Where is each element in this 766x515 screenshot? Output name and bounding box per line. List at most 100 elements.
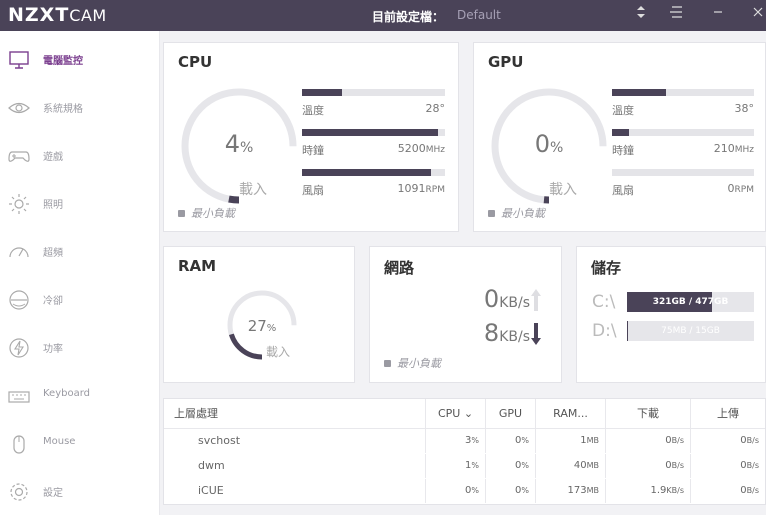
eye-icon [8,97,30,119]
gpu-card[interactable]: GPU 0% 載入 最小負載 溫度 38° 時鐘 210MHz 風扇 0RPM [473,42,766,232]
chevron-down-icon: ⌄ [463,407,474,420]
column-header-download[interactable]: 下載 [606,399,691,429]
process-gpu: 0% [486,429,536,453]
mouse-icon [8,433,30,455]
ram-load-label: 載入 [266,345,291,359]
process-upload: 0B/s [740,460,759,471]
sidebar: 電腦監控 系統規格 遊戲 照明 超頻 冷卻 功率 Keyboard Mouse … [0,31,160,515]
process-name: iCUE [164,479,426,503]
sidebar-item-mouse[interactable]: Mouse [0,425,160,461]
ram-title: RAM [178,257,217,275]
network-card[interactable]: 網路 0KB/s 8KB/s 最小負載 [369,246,562,383]
gpu-clock-label: 時鐘 [612,144,634,157]
storage-card[interactable]: 儲存 C:\ 321GB / 477GB D:\ 75MB / 15GB [576,246,766,383]
min-load-dot [384,360,391,367]
process-gpu: 0% [486,479,536,503]
drive-letter: C:\ [592,292,616,312]
product-name: CAM [69,6,107,25]
profile-dropdown[interactable]: Default [457,8,501,22]
profile-switch-icon[interactable] [631,5,651,25]
process-upload: 0B/s [740,485,759,496]
app-logo: NZXTCAM [8,4,107,26]
process-cpu: 3% [426,429,486,453]
column-header-ram[interactable]: RAM... [536,399,606,429]
gear-icon [8,481,30,503]
cpu-fan-bar [302,169,445,176]
sidebar-item-settings[interactable]: 設定 [0,473,160,509]
column-header-cpu[interactable]: CPU ⌄ [426,399,486,429]
minimize-icon[interactable] [708,5,728,25]
sidebar-item-cooling[interactable]: 冷卻 [0,281,160,317]
fan-icon [8,289,30,311]
sidebar-item-label: 設定 [43,488,63,499]
sidebar-item-keyboard[interactable]: Keyboard [0,377,160,413]
column-header-gpu[interactable]: GPU [486,399,536,429]
min-load-dot [488,210,495,217]
sidebar-item-lighting[interactable]: 照明 [0,185,160,221]
process-upload: 0B/s [740,435,759,446]
gpu-clock-value: 210MHz [713,142,754,155]
cpu-clock-value: 5200MHz [397,142,445,155]
gpu-fan-bar [612,169,754,176]
process-name: dwm [164,454,426,478]
drive-usage-text: 321GB / 477GB [652,297,729,307]
sidebar-item-power[interactable]: 功率 [0,329,160,365]
network-download-value: 8KB/s [483,319,530,347]
keyboard-icon [8,385,30,407]
sun-icon [8,193,30,215]
brand-name: NZXT [8,4,70,26]
cpu-temp-label: 溫度 [302,104,324,117]
drive-c-bar: 321GB / 477GB [627,292,754,312]
sidebar-item-label: 系統規格 [43,104,83,115]
cpu-clock-bar [302,129,445,136]
sidebar-item-label: Mouse [43,436,76,447]
cpu-clock-label: 時鐘 [302,144,324,157]
menu-icon[interactable] [666,5,686,25]
sidebar-item-label: 冷卻 [43,296,63,307]
sidebar-item-specs[interactable]: 系統規格 [0,89,160,125]
drive-d-bar: 75MB / 15GB [627,321,754,341]
gpu-load-value: 0% [534,130,564,158]
process-ram: 1MB [536,429,606,453]
sidebar-item-label: Keyboard [43,388,91,399]
sidebar-item-overclock[interactable]: 超頻 [0,233,160,269]
ram-card[interactable]: RAM 27% 載入 [163,246,355,383]
cpu-card[interactable]: CPU 4% 載入 最小負載 溫度 28° 時鐘 5200MHz 風扇 1091… [163,42,459,232]
cpu-load-value: 4% [224,130,254,158]
gpu-temp-label: 溫度 [612,104,634,117]
monitor-icon [8,49,30,71]
sidebar-item-label: 超頻 [43,248,63,259]
gpu-title: GPU [488,53,524,71]
drive-usage-text: 75MB / 15GB [661,326,720,336]
process-name: svchost [164,429,426,453]
sidebar-item-label: 遊戲 [43,152,63,163]
process-ram: 173MB [536,479,606,503]
sidebar-item-games[interactable]: 遊戲 [0,137,160,173]
cpu-fan-value: 1091RPM [397,182,445,195]
column-header-name[interactable]: 上層處理 [164,399,426,429]
min-load-dot [178,210,185,217]
column-header-upload[interactable]: 上傳 [691,399,765,429]
cpu-temp-value: 28° [425,102,446,115]
cpu-fan-label: 風扇 [302,184,324,197]
cpu-title: CPU [178,53,213,71]
process-cpu: 1% [426,454,486,478]
process-cpu: 0% [426,479,486,503]
network-upload-value: 0KB/s [483,285,530,313]
cpu-min-load: 最小負載 [178,205,235,221]
gpu-temp-bar [612,89,754,96]
sidebar-item-monitoring[interactable]: 電腦監控 [0,41,160,77]
profile-label: 目前設定檔： [372,10,445,24]
sidebar-item-label: 功率 [43,344,63,355]
drive-letter: D:\ [592,321,617,341]
gpu-fan-label: 風扇 [612,184,634,197]
process-download: 1.9KB/s [606,479,691,503]
close-icon[interactable] [748,5,766,25]
cpu-load-label: 載入 [239,182,267,198]
process-download: 0B/s [606,429,691,453]
download-arrow-icon [530,321,542,351]
network-min-load: 最小負載 [384,355,441,371]
storage-title: 儲存 [591,259,622,277]
speedometer-icon [8,241,30,263]
gpu-fan-value: 0RPM [727,182,754,195]
